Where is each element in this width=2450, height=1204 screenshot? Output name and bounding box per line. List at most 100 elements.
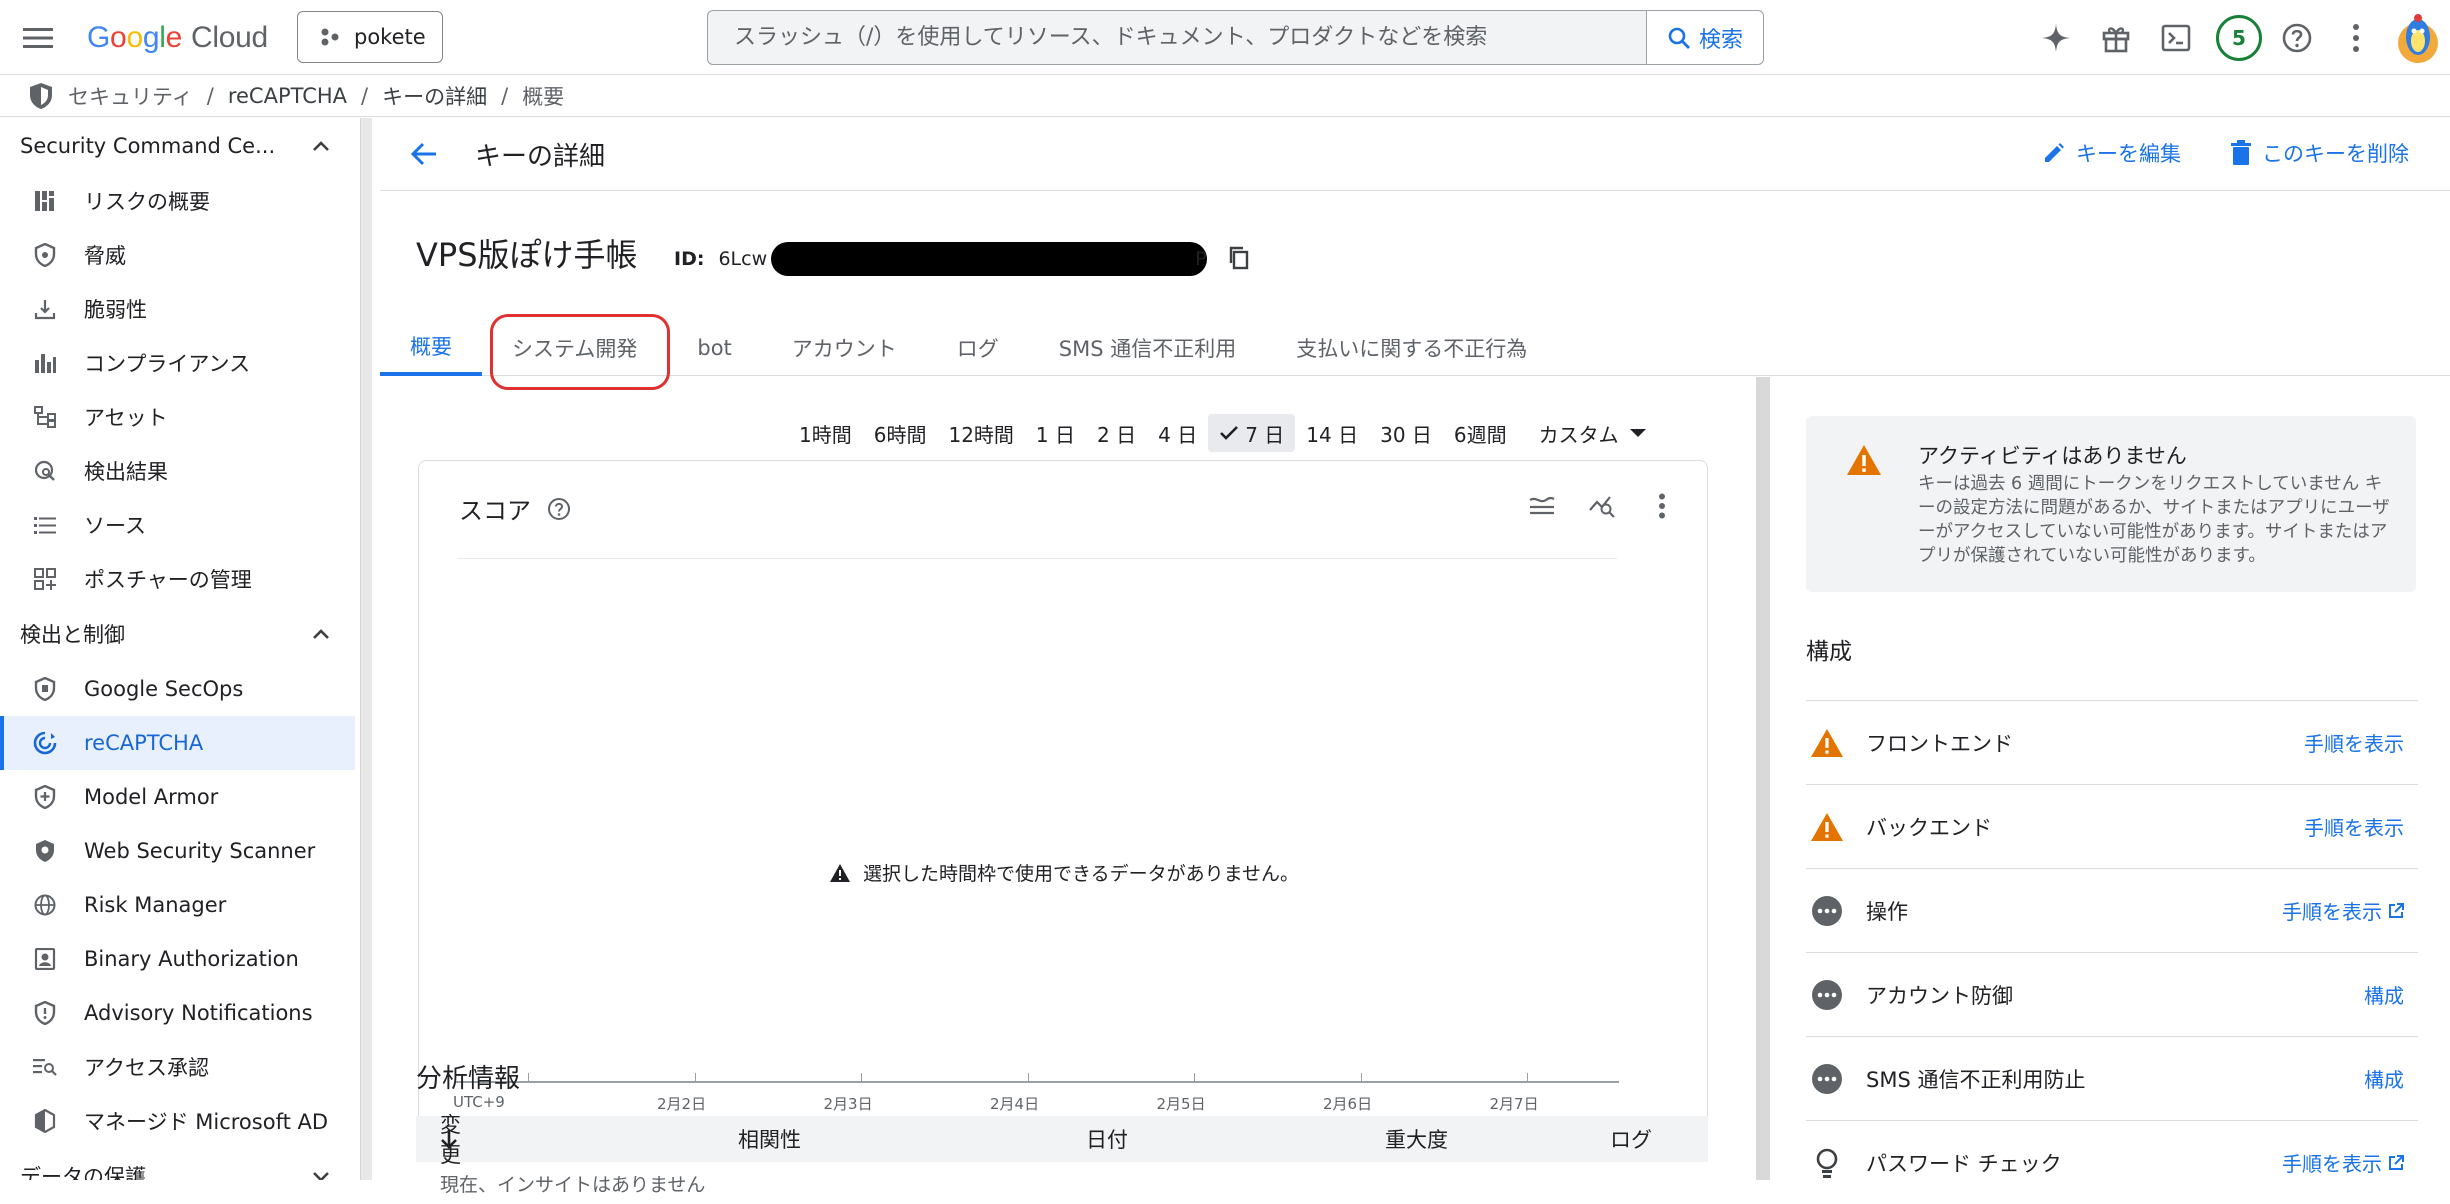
edit-key-button[interactable]: キーを編集 [2042,138,2181,168]
sidebar-item-assets[interactable]: アセット [0,390,360,444]
tab-payment-fraud[interactable]: 支払いに関する不正行為 [1266,320,1557,376]
column-change[interactable]: 変更 [440,1113,461,1167]
x-axis-tick [1527,1073,1528,1083]
ad-icon [32,1108,58,1134]
sidebar-item-sources[interactable]: ソース [0,498,360,552]
grid-icon [32,566,58,592]
help-icon[interactable] [547,497,571,521]
sidebar-item-findings[interactable]: 検出結果 [0,444,360,498]
sidebar-item-web-security-scanner[interactable]: Web Security Scanner [0,824,360,878]
sparkle-icon[interactable] [2036,18,2076,58]
menu-icon[interactable] [20,20,56,56]
delete-key-button[interactable]: このキーを削除 [2230,138,2409,168]
tab-logs[interactable]: ログ [927,320,1029,376]
column-logs[interactable]: ログ [1610,1124,1652,1154]
breadcrumb-key-details[interactable]: キーの詳細 [382,81,487,111]
sidebar-item-compliance[interactable]: コンプライアンス [0,336,360,390]
tree-icon [32,404,58,430]
sidebar-item-binary-authorization[interactable]: Binary Authorization [0,932,360,986]
help-icon[interactable] [2277,18,2317,58]
breadcrumb-recaptcha[interactable]: reCAPTCHA [228,84,347,108]
range-1h[interactable]: 1時間 [788,414,863,452]
breadcrumb-security[interactable]: セキュリティ [68,81,193,111]
range-14d[interactable]: 14 日 [1295,414,1369,452]
range-30d[interactable]: 30 日 [1369,414,1443,452]
range-4d[interactable]: 4 日 [1147,414,1208,452]
trash-icon [2231,140,2251,165]
config-row-password-check: パスワード チェック 手順を表示 [1806,1120,2418,1204]
dropdown-arrow-icon [1629,429,1646,437]
copy-icon[interactable] [1223,242,1255,274]
range-1d[interactable]: 1 日 [1025,414,1086,452]
more-vert-icon[interactable] [1645,489,1679,523]
show-steps-link[interactable]: 手順を表示 [2304,812,2404,841]
range-12h[interactable]: 12時間 [937,414,1024,452]
avatar[interactable] [2394,13,2442,65]
sidebar-item-access-approval[interactable]: アクセス承認 [0,1040,360,1094]
search-globe-icon [32,458,58,484]
tab-account[interactable]: アカウント [762,320,927,376]
x-axis-tick-label: 2月3日 [823,1095,873,1113]
range-7d[interactable]: 7 日 [1208,414,1296,452]
recaptcha-icon [32,730,58,756]
range-custom-dropdown[interactable]: カスタム [1528,414,1658,452]
terminal-icon[interactable] [2156,18,2196,58]
configure-link[interactable]: 構成 [2364,980,2404,1009]
sidebar-item-posture-management[interactable]: ポスチャーの管理 [0,552,360,606]
show-steps-link[interactable]: 手順を表示 [2282,1148,2404,1177]
sidebar-section-detection-control[interactable]: 検出と制御 [0,606,360,662]
key-id-suffix: P [1195,248,1207,270]
search-button[interactable]: 検索 [1646,11,1763,64]
range-2d[interactable]: 2 日 [1086,414,1147,452]
more-vert-icon[interactable] [2336,18,2376,58]
legend-toggle-icon[interactable] [1525,489,1559,523]
sidebar-item-risk-manager[interactable]: Risk Manager [0,878,360,932]
show-steps-link[interactable]: 手順を表示 [2282,896,2404,925]
range-6h[interactable]: 6時間 [863,414,938,452]
redaction-mark [771,242,1208,276]
time-range-selector: 1時間 6時間 12時間 1 日 2 日 4 日 7 日 14 日 30 日 6… [788,414,1658,452]
sidebar-item-google-secops[interactable]: Google SecOps [0,662,360,716]
sidebar-item-threats[interactable]: 脅威 [0,228,360,282]
show-steps-link[interactable]: 手順を表示 [2304,728,2404,757]
content-scrollbar[interactable] [1756,377,1770,1180]
project-selector-button[interactable]: pokete [297,11,443,63]
column-severity[interactable]: 重大度 [1385,1124,1448,1154]
tab-sms-fraud[interactable]: SMS 通信不正利用 [1029,320,1266,376]
x-axis-tick-label: 2月4日 [990,1095,1040,1113]
sidebar-item-advisory-notifications[interactable]: Advisory Notifications [0,986,360,1040]
range-6w[interactable]: 6週間 [1443,414,1518,452]
google-cloud-logo[interactable]: Go o g l e Cloud [87,20,268,56]
sidebar-scrollbar[interactable] [360,118,372,1180]
column-date[interactable]: 日付 [1086,1124,1128,1154]
sidebar-item-vulnerabilities[interactable]: 脆弱性 [0,282,360,336]
top-bar: GoogleCloud pokete 検索 5 [0,0,2450,75]
analysis-title: 分析情報 [416,1064,521,1094]
column-correlation[interactable]: 相関性 [738,1124,801,1154]
sidebar-item-model-armor[interactable]: Model Armor [0,770,360,824]
gift-icon[interactable] [2096,18,2136,58]
sidebar-item-risk-overview[interactable]: リスクの概要 [0,174,360,228]
x-axis-tick [1360,1073,1362,1083]
chevron-up-icon [313,141,329,151]
explore-chart-icon[interactable] [1585,489,1619,523]
no-activity-alert: アクティビティはありません キーは過去 6 週間にトークンをリクエストしていませ… [1806,416,2416,592]
notifications-badge[interactable]: 5 [2216,15,2262,61]
sidebar-section-data-protection[interactable]: データの保護 [0,1148,360,1180]
config-row-actions: 操作 手順を表示 [1806,868,2418,952]
sidebar-item-recaptcha[interactable]: reCAPTCHA [0,716,355,770]
insights-table-header: 変更 相関性 日付 重大度 ログ [416,1113,1708,1167]
tab-overview[interactable]: 概要 [380,320,482,376]
tab-bot[interactable]: bot [667,320,761,376]
external-link-icon [2389,1154,2404,1170]
badge-icon [32,946,58,972]
search-input[interactable] [708,11,1646,64]
sidebar-section-security-command-center[interactable]: Security Command Ce... [0,118,360,174]
score-chart-card: スコア 選択した時間枠で使用できるデータがありません。 2月2日 2月3日 2月4日… [418,460,1708,1160]
config-row-backend: バックエンド 手順を表示 [1806,784,2418,868]
back-arrow-icon[interactable] [406,136,442,172]
sidebar-item-managed-microsoft-ad[interactable]: マネージド Microsoft AD [0,1094,360,1148]
no-data-message: 選択した時間枠で使用できるデータがありません。 [419,859,1709,886]
configure-link[interactable]: 構成 [2364,1064,2404,1093]
alert-body: キーは過去 6 週間にトークンをリクエストしていません キーの設定方法に問題があ… [1918,474,2390,566]
